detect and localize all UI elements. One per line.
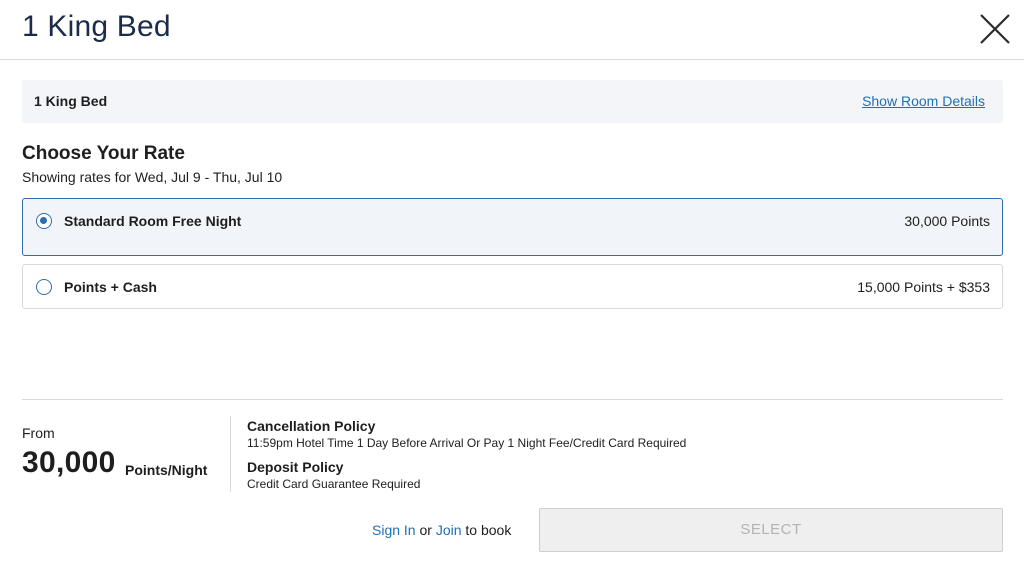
radio-unselected-icon[interactable] [36,279,52,295]
choose-rate-title: Choose Your Rate [22,143,185,164]
join-link[interactable]: Join [436,522,462,538]
rate-option-label: Standard Room Free Night [64,213,242,229]
rate-dates: Showing rates for Wed, Jul 9 - Thu, Jul … [22,169,283,185]
select-button[interactable]: SELECT [539,508,1003,552]
rate-option-label: Points + Cash [64,279,157,295]
close-button[interactable] [976,10,1014,48]
rate-option-price: 15,000 Points + $353 [857,279,990,295]
from-label: From [22,425,55,441]
deposit-policy-text: Credit Card Guarantee Required [247,477,421,491]
price-unit: Points/Night [125,462,208,478]
cancellation-policy-title: Cancellation Policy [247,418,376,434]
rate-option-price: 30,000 Points [904,213,990,229]
modal-header: 1 King Bed [0,0,1024,60]
show-room-details-link[interactable]: Show Room Details [862,93,985,109]
divider [22,399,1003,400]
room-bar: 1 King Bed Show Room Details [22,80,1003,123]
close-icon [980,14,1010,44]
sign-in-prompt: Sign In or Join to book [372,522,511,538]
cancellation-policy-text: 11:59pm Hotel Time 1 Day Before Arrival … [247,436,687,450]
radio-selected-icon[interactable] [36,213,52,229]
modal-title: 1 King Bed [22,10,171,43]
or-text: or [415,522,436,538]
rate-option-points-cash[interactable]: Points + Cash 15,000 Points + $353 [22,264,1003,309]
to-book-text: to book [461,522,512,538]
vertical-divider [230,416,231,492]
room-name: 1 King Bed [34,93,108,109]
deposit-policy-title: Deposit Policy [247,459,344,475]
price-amount: 30,000 [22,446,116,479]
sign-in-link[interactable]: Sign In [372,522,416,538]
rate-option-standard-free-night[interactable]: Standard Room Free Night 30,000 Points [22,198,1003,256]
